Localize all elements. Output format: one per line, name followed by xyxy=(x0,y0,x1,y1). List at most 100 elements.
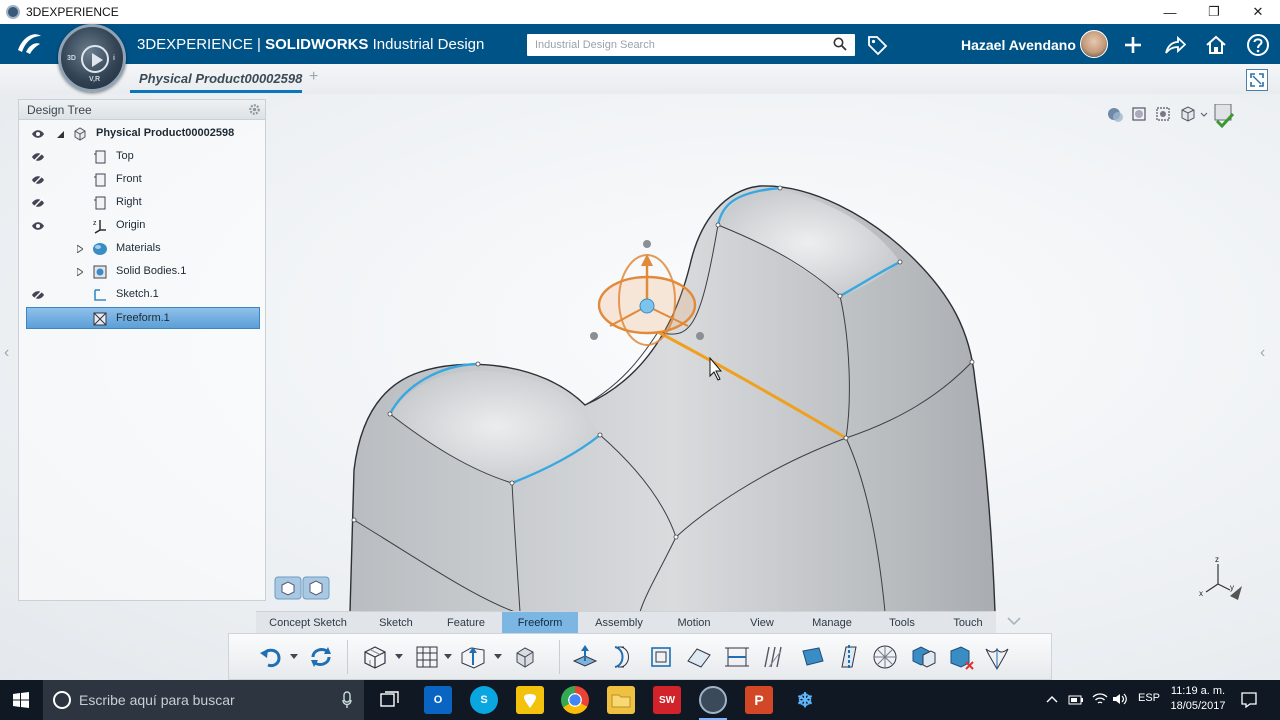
clock[interactable]: 11:19 a. m. 18/05/2017 xyxy=(1166,684,1230,714)
outlook-icon[interactable]: O xyxy=(424,686,452,714)
eye-hidden-icon[interactable] xyxy=(31,289,45,301)
robot-manipulator-icon[interactable] xyxy=(459,643,487,671)
view-cube-icon[interactable] xyxy=(1181,106,1195,122)
update-icon[interactable] xyxy=(307,643,335,671)
search-input[interactable] xyxy=(527,34,817,56)
chevron-down-icon[interactable] xyxy=(444,654,452,660)
exit-checkmark-icon[interactable] xyxy=(1214,103,1235,129)
minimize-button[interactable]: — xyxy=(1148,0,1192,24)
collapse-triangle-icon[interactable] xyxy=(57,130,64,138)
cortana-icon[interactable] xyxy=(52,690,72,710)
tree-item-materials[interactable]: Materials xyxy=(19,238,267,260)
shading-icon[interactable] xyxy=(1108,108,1123,122)
windows-start-icon[interactable] xyxy=(13,692,29,708)
compass-widget[interactable]: 3D i V,R xyxy=(58,24,126,92)
tree-item-origin[interactable]: z Origin xyxy=(19,215,267,237)
chevron-down-icon[interactable] xyxy=(494,654,502,660)
user-name[interactable]: Hazael Avendano xyxy=(961,37,1076,53)
add-icon[interactable] xyxy=(1118,30,1148,60)
tree-item-right[interactable]: Right xyxy=(19,192,267,214)
face-primitive-icon[interactable] xyxy=(413,643,441,671)
eye-hidden-icon[interactable] xyxy=(31,151,45,163)
tree-item-solid-bodies[interactable]: Solid Bodies.1 xyxy=(19,261,267,283)
tree-item-freeform[interactable]: Freeform.1 xyxy=(26,307,260,329)
exit-freeform-icon[interactable] xyxy=(983,643,1011,671)
ds-logo-icon[interactable] xyxy=(14,30,46,56)
snowflake-app-icon[interactable]: ❄ xyxy=(791,686,819,714)
cube-mode-icon[interactable] xyxy=(302,576,330,600)
file-explorer-icon[interactable] xyxy=(607,686,635,714)
chevron-up-icon[interactable] xyxy=(1046,694,1058,704)
tree-item-top[interactable]: Top xyxy=(19,146,267,168)
maps-icon[interactable] xyxy=(516,686,544,714)
tag-icon[interactable] xyxy=(862,30,892,60)
close-button[interactable]: ✕ xyxy=(1236,0,1280,24)
eye-icon[interactable] xyxy=(31,128,45,140)
tab-assembly[interactable]: Assembly xyxy=(592,612,646,634)
solidworks-taskbar-icon[interactable]: SW xyxy=(653,686,681,714)
axis-triad[interactable]: z x y xyxy=(1196,554,1248,604)
3dexperience-taskbar-icon[interactable] xyxy=(699,686,727,714)
skype-icon[interactable]: S xyxy=(470,686,498,714)
wifi-icon[interactable] xyxy=(1092,692,1108,706)
chevron-down-icon[interactable] xyxy=(395,654,403,660)
tree-item-physical-product[interactable]: Physical Product00002598 xyxy=(19,123,267,145)
battery-icon[interactable] xyxy=(1068,694,1084,706)
home-icon[interactable] xyxy=(1201,30,1231,60)
extrude-face-icon[interactable] xyxy=(571,643,599,671)
tab-view[interactable]: View xyxy=(744,612,780,634)
undo-icon[interactable] xyxy=(257,643,285,671)
expand-triangle-icon[interactable] xyxy=(77,245,83,253)
eye-hidden-icon[interactable] xyxy=(31,174,45,186)
symmetry-icon[interactable] xyxy=(835,643,863,671)
eye-icon[interactable] xyxy=(31,220,45,232)
chevron-down-icon[interactable] xyxy=(1200,112,1208,117)
render-style-icon[interactable] xyxy=(1132,107,1146,121)
bend-icon[interactable] xyxy=(609,643,637,671)
left-panel-arrow[interactable]: ‹ xyxy=(4,344,9,362)
volume-icon[interactable] xyxy=(1112,692,1128,706)
tab-feature[interactable]: Feature xyxy=(442,612,490,634)
gear-icon[interactable] xyxy=(248,103,261,116)
chevron-down-icon[interactable] xyxy=(290,654,298,660)
language-indicator[interactable]: ESP xyxy=(1138,692,1160,704)
tab-manage[interactable]: Manage xyxy=(808,612,856,634)
microphone-icon[interactable] xyxy=(342,691,352,709)
tab-motion[interactable]: Motion xyxy=(670,612,718,634)
tab-tools[interactable]: Tools xyxy=(882,612,922,634)
right-panel-arrow[interactable]: ‹ xyxy=(1260,344,1265,362)
add-tab-button[interactable]: + xyxy=(309,68,318,86)
insert-edge-icon[interactable] xyxy=(723,643,751,671)
mirror-face-icon[interactable] xyxy=(799,643,827,671)
tree-mode-icon[interactable] xyxy=(274,576,302,600)
tab-freeform[interactable]: Freeform xyxy=(502,612,578,634)
fullscreen-button[interactable] xyxy=(1246,69,1268,91)
maximize-button[interactable]: ❐ xyxy=(1192,0,1236,24)
tab-sketch[interactable]: Sketch xyxy=(372,612,420,634)
chevron-down-icon[interactable] xyxy=(1006,613,1022,629)
bridge-icon[interactable] xyxy=(647,643,675,671)
taskbar-search-input[interactable] xyxy=(79,690,339,710)
visibility-icon[interactable] xyxy=(1156,107,1170,121)
box-primitive-icon[interactable] xyxy=(361,643,389,671)
crease-icon[interactable] xyxy=(761,643,789,671)
action-center-icon[interactable] xyxy=(1240,691,1258,709)
convert-to-solid-icon[interactable] xyxy=(909,643,937,671)
subdivision-icon[interactable] xyxy=(511,643,539,671)
tree-item-front[interactable]: Front xyxy=(19,169,267,191)
sphere-icon[interactable] xyxy=(871,643,899,671)
avatar[interactable] xyxy=(1080,30,1108,58)
powerpoint-icon[interactable]: P xyxy=(745,686,773,714)
search-icon[interactable] xyxy=(833,37,847,51)
eye-hidden-icon[interactable] xyxy=(31,197,45,209)
tab-physical-product[interactable]: Physical Product00002598 xyxy=(139,71,302,86)
expand-triangle-icon[interactable] xyxy=(77,268,83,276)
tab-touch[interactable]: Touch xyxy=(948,612,988,634)
play-icon[interactable] xyxy=(81,45,109,73)
help-icon[interactable] xyxy=(1243,30,1273,60)
share-icon[interactable] xyxy=(1160,30,1190,60)
chrome-icon[interactable] xyxy=(561,686,589,714)
tab-concept-sketch[interactable]: Concept Sketch xyxy=(264,612,352,634)
tree-item-sketch[interactable]: Sketch.1 xyxy=(19,284,267,306)
fill-icon[interactable] xyxy=(685,643,713,671)
